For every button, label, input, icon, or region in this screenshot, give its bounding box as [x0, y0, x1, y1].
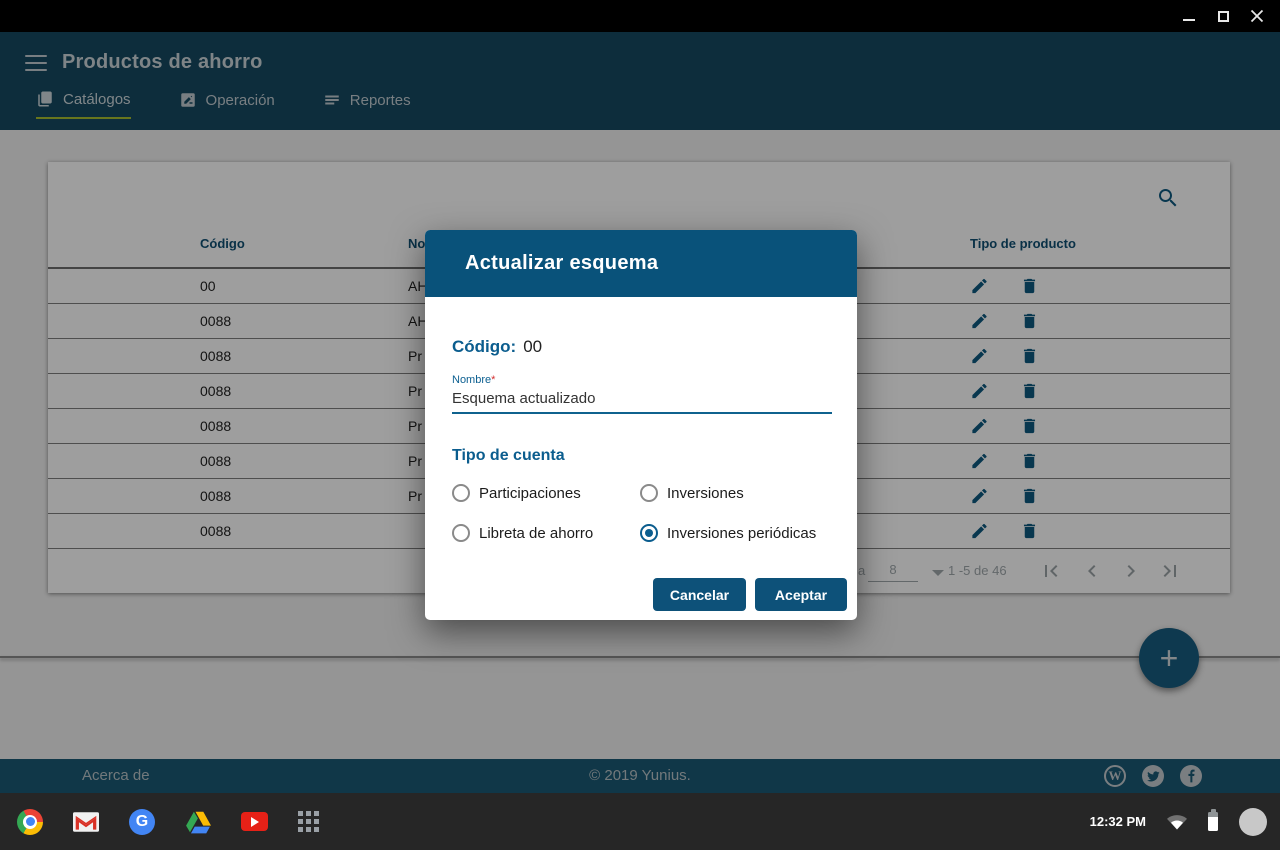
tipo-cuenta-heading: Tipo de cuenta: [452, 447, 565, 465]
app-window: Productos de ahorro Catálogos Operación: [0, 32, 1280, 793]
radio-inversiones[interactable]: Inversiones: [640, 484, 744, 502]
battery-icon[interactable]: [1208, 812, 1218, 831]
codigo-row: Código: 00: [452, 337, 542, 357]
nombre-field-label: Nombre*: [452, 374, 495, 386]
system-tray[interactable]: 12:32 PM: [1090, 793, 1267, 850]
radio-inversiones-periodicas[interactable]: Inversiones periódicas: [640, 524, 816, 542]
screen: Productos de ahorro Catálogos Operación: [0, 0, 1280, 850]
youtube-icon[interactable]: [241, 812, 268, 831]
radio-label: Inversiones: [667, 485, 744, 502]
app-launcher-icon[interactable]: [298, 811, 319, 832]
nombre-input[interactable]: Esquema actualizado: [452, 390, 832, 414]
radio-libreta-de-ahorro[interactable]: Libreta de ahorro: [452, 524, 593, 542]
radio-icon[interactable]: [640, 524, 658, 542]
dialog-title: Actualizar esquema: [465, 252, 658, 275]
radio-label: Libreta de ahorro: [479, 525, 593, 542]
codigo-label: Código:: [452, 337, 516, 356]
taskbar: G 12:32 PM: [0, 793, 1280, 850]
clock[interactable]: 12:32 PM: [1090, 814, 1146, 829]
update-scheme-dialog: Actualizar esquema Código: 00 Nombre* Esq…: [425, 230, 857, 620]
cancel-button[interactable]: Cancelar: [653, 578, 746, 611]
radio-participaciones[interactable]: Participaciones: [452, 484, 581, 502]
dialog-actions: Cancelar Aceptar: [653, 578, 847, 611]
radio-icon[interactable]: [452, 524, 470, 542]
close-icon[interactable]: [1250, 9, 1264, 23]
radio-label: Inversiones periódicas: [667, 525, 816, 542]
radio-label: Participaciones: [479, 485, 581, 502]
window-controls: [1182, 0, 1264, 32]
radio-icon[interactable]: [640, 484, 658, 502]
drive-icon[interactable]: [185, 810, 211, 834]
chrome-icon[interactable]: [17, 809, 43, 835]
window-titlebar: [0, 0, 1280, 32]
accept-button[interactable]: Aceptar: [755, 578, 847, 611]
taskbar-apps: G: [17, 793, 319, 850]
google-icon[interactable]: G: [129, 809, 155, 835]
minimize-icon[interactable]: [1182, 9, 1196, 23]
codigo-value: 00: [523, 337, 542, 356]
maximize-icon[interactable]: [1216, 9, 1230, 23]
required-asterisk: *: [491, 374, 495, 386]
wifi-icon[interactable]: [1167, 814, 1187, 830]
gmail-icon[interactable]: [73, 812, 99, 832]
dialog-header: Actualizar esquema: [425, 230, 857, 297]
avatar[interactable]: [1239, 808, 1267, 836]
radio-icon[interactable]: [452, 484, 470, 502]
